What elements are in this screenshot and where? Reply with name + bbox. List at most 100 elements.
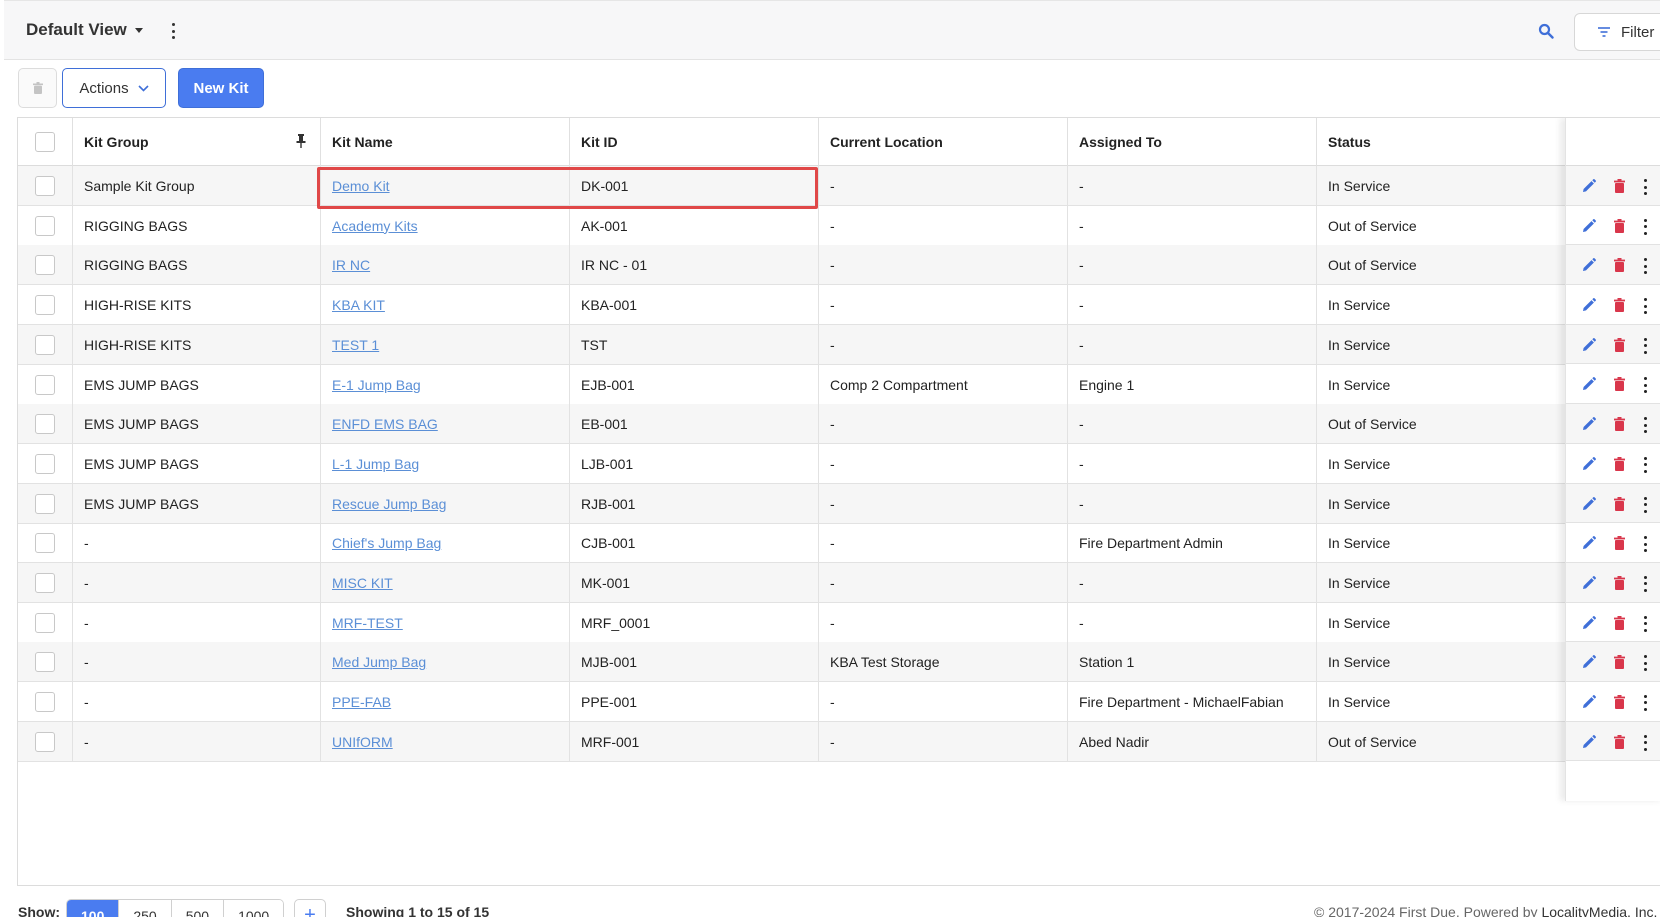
more-options-icon[interactable]	[1644, 337, 1648, 354]
filter-button[interactable]: Filter	[1574, 13, 1660, 51]
column-header-assigned-to[interactable]: Assigned To	[1068, 118, 1317, 166]
delete-trash-icon[interactable]	[1614, 536, 1625, 551]
delete-trash-icon[interactable]	[1614, 258, 1625, 273]
edit-pencil-icon[interactable]	[1582, 615, 1596, 630]
actions-dropdown-button[interactable]: Actions	[62, 68, 166, 108]
column-header-kit-name[interactable]: Kit Name	[321, 118, 570, 166]
kit-name-link[interactable]: E-1 Jump Bag	[332, 377, 421, 393]
select-all-checkbox[interactable]	[35, 132, 55, 152]
kit-name-link[interactable]: IR NC	[332, 257, 370, 273]
more-options-icon[interactable]	[1644, 575, 1648, 592]
edit-pencil-icon[interactable]	[1582, 417, 1596, 431]
delete-trash-icon[interactable]	[1614, 694, 1625, 709]
delete-trash-icon[interactable]	[1614, 218, 1625, 233]
bulk-delete-button[interactable]	[18, 68, 57, 108]
row-checkbox[interactable]	[35, 255, 55, 276]
page-size-option[interactable]: 250	[119, 900, 172, 917]
row-checkbox[interactable]	[35, 573, 55, 593]
kit-name-link[interactable]: Med Jump Bag	[332, 654, 426, 670]
delete-trash-icon[interactable]	[1614, 337, 1625, 352]
edit-pencil-icon[interactable]	[1582, 655, 1596, 669]
row-checkbox[interactable]	[35, 215, 55, 236]
new-kit-button[interactable]: New Kit	[178, 68, 264, 108]
more-options-icon[interactable]	[1644, 615, 1648, 632]
more-options-icon[interactable]	[1644, 496, 1648, 513]
kit-name-link[interactable]: PPE-FAB	[332, 694, 391, 710]
more-options-icon[interactable]	[1644, 536, 1648, 553]
delete-trash-icon[interactable]	[1614, 734, 1625, 749]
more-options-icon[interactable]	[1644, 218, 1648, 235]
edit-pencil-icon[interactable]	[1582, 179, 1596, 193]
kit-name-link[interactable]: TEST 1	[332, 337, 379, 353]
delete-trash-icon[interactable]	[1614, 575, 1625, 590]
edit-pencil-icon[interactable]	[1582, 258, 1596, 272]
delete-trash-icon[interactable]	[1614, 298, 1625, 313]
row-checkbox[interactable]	[35, 493, 55, 514]
kit-id-cell: CJB-001	[570, 523, 819, 564]
edit-pencil-icon[interactable]	[1582, 575, 1596, 590]
kit-name-link[interactable]: MISC KIT	[332, 575, 393, 591]
kit-name-link[interactable]: KBA KIT	[332, 297, 385, 313]
kit-name-link[interactable]: ENFD EMS BAG	[332, 416, 438, 432]
kit-name-link[interactable]: MRF-TEST	[332, 615, 403, 631]
column-header-current-location[interactable]: Current Location	[819, 118, 1068, 166]
column-header-kit-id[interactable]: Kit ID	[570, 118, 819, 166]
add-button[interactable]: +	[294, 899, 326, 917]
more-options-icon[interactable]	[1644, 377, 1648, 394]
pin-icon[interactable]	[296, 134, 306, 148]
edit-pencil-icon[interactable]	[1582, 298, 1596, 312]
more-options-icon[interactable]	[1644, 179, 1648, 195]
edit-pencil-icon[interactable]	[1582, 536, 1596, 550]
more-options-icon[interactable]	[1644, 734, 1648, 751]
powered-by-link[interactable]: LocalityMedia, Inc.	[1541, 904, 1657, 917]
delete-trash-icon[interactable]	[1614, 377, 1625, 392]
delete-trash-icon[interactable]	[1614, 179, 1625, 193]
edit-pencil-icon[interactable]	[1582, 218, 1596, 233]
column-header-kit-group[interactable]: Kit Group	[73, 118, 321, 166]
kit-name-link[interactable]: UNIfORM	[332, 734, 393, 750]
edit-pencil-icon[interactable]	[1582, 694, 1596, 709]
edit-pencil-icon[interactable]	[1582, 377, 1596, 391]
row-checkbox[interactable]	[35, 414, 55, 435]
row-checkbox[interactable]	[35, 334, 55, 355]
row-checkbox[interactable]	[35, 731, 55, 752]
delete-trash-icon[interactable]	[1614, 456, 1625, 471]
more-options-icon[interactable]	[1644, 694, 1648, 711]
row-checkbox[interactable]	[35, 652, 55, 673]
view-options-kebab-icon[interactable]	[172, 23, 176, 39]
kit-group-cell: EMS JUMP BAGS	[73, 404, 321, 445]
more-options-icon[interactable]	[1644, 298, 1648, 315]
row-checkbox[interactable]	[35, 612, 55, 633]
column-header-status[interactable]: Status	[1317, 118, 1566, 166]
delete-trash-icon[interactable]	[1614, 655, 1625, 670]
row-checkbox[interactable]	[35, 374, 55, 395]
more-options-icon[interactable]	[1644, 655, 1648, 672]
edit-pencil-icon[interactable]	[1582, 734, 1596, 749]
row-checkbox[interactable]	[35, 533, 55, 554]
kit-name-link[interactable]: Demo Kit	[332, 178, 390, 194]
row-checkbox[interactable]	[35, 453, 55, 474]
kit-group-cell: -	[73, 682, 321, 723]
kit-name-link[interactable]: L-1 Jump Bag	[332, 456, 419, 472]
cell-text: -	[830, 297, 835, 314]
more-options-icon[interactable]	[1644, 456, 1648, 473]
page-size-option[interactable]: 1000	[224, 900, 284, 917]
edit-pencil-icon[interactable]	[1582, 337, 1596, 352]
page-size-option[interactable]: 500	[171, 900, 225, 917]
edit-pencil-icon[interactable]	[1582, 496, 1596, 511]
edit-pencil-icon[interactable]	[1582, 456, 1596, 471]
page-size-option[interactable]: 100	[67, 900, 120, 917]
delete-trash-icon[interactable]	[1614, 496, 1625, 511]
search-icon[interactable]	[1538, 23, 1554, 39]
more-options-icon[interactable]	[1644, 417, 1648, 434]
kit-name-link[interactable]: Chief's Jump Bag	[332, 535, 441, 551]
row-checkbox[interactable]	[35, 295, 55, 316]
view-selector[interactable]: Default View	[26, 20, 143, 40]
kit-name-link[interactable]: Rescue Jump Bag	[332, 496, 446, 512]
delete-trash-icon[interactable]	[1614, 615, 1625, 630]
row-checkbox[interactable]	[35, 692, 55, 713]
delete-trash-icon[interactable]	[1614, 417, 1625, 432]
kit-name-link[interactable]: Academy Kits	[332, 218, 418, 234]
more-options-icon[interactable]	[1644, 258, 1648, 275]
row-checkbox[interactable]	[35, 176, 55, 196]
